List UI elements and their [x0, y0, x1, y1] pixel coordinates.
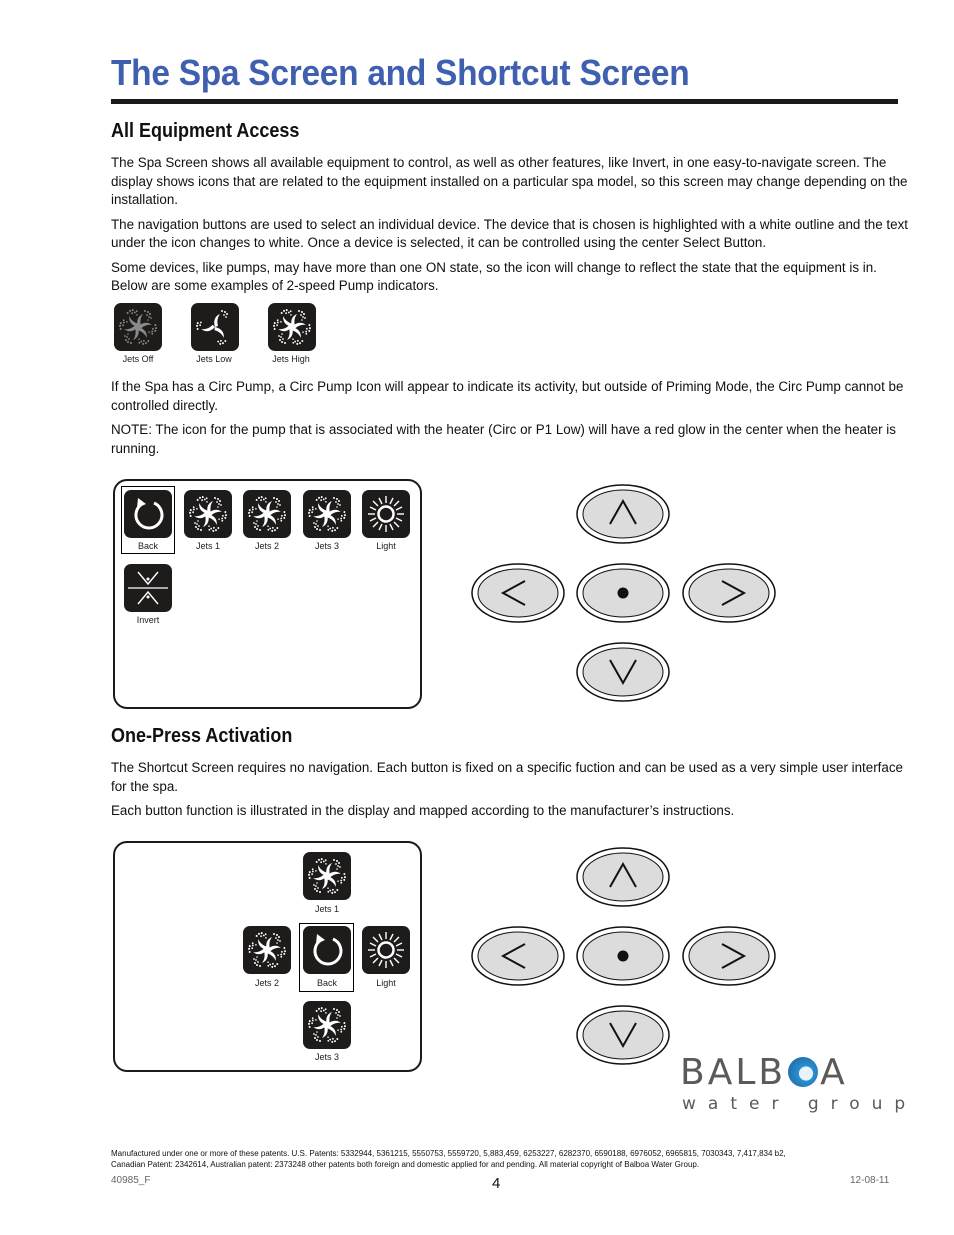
back-icon[interactable]: [124, 490, 172, 538]
section-heading-all-equipment-access: All Equipment Access: [111, 120, 300, 142]
page-title: The Spa Screen and Shortcut Screen: [111, 52, 690, 93]
patent-line: Manufactured under one or more of these …: [111, 1149, 786, 1158]
shortcut-label-jets-2: Jets 2: [254, 978, 279, 988]
nav-down-button[interactable]: [576, 1005, 670, 1065]
nav-pad-graphic: [471, 847, 776, 1065]
pump-example-label: Jets High: [272, 354, 310, 364]
jets-2-icon[interactable]: [243, 490, 291, 538]
section1-intro: The Spa Screen shows all available equip…: [111, 154, 917, 302]
jets-2-icon[interactable]: [243, 926, 291, 974]
jets-3-icon[interactable]: [303, 1001, 351, 1049]
jets-high-icon: [268, 303, 316, 351]
section-heading-one-press-activation: One-Press Activation: [111, 725, 293, 747]
title-rule: [111, 99, 898, 104]
jets-off-icon: [114, 303, 162, 351]
pump-example-label: Jets Off: [122, 354, 154, 364]
spa-item-label-invert: Invert: [136, 615, 160, 625]
spa-item-label-jets-3: Jets 3: [314, 541, 339, 551]
shortcut-label-jets-1: Jets 1: [314, 904, 339, 914]
logo-tagline: water group: [682, 1094, 918, 1114]
section2-intro: The Shortcut Screen requires no navigati…: [111, 759, 917, 827]
nav-select-button[interactable]: [576, 563, 670, 623]
back-icon[interactable]: [303, 926, 351, 974]
paragraph: Some devices, like pumps, may have more …: [111, 259, 877, 294]
shortcut-label-back: Back: [316, 978, 337, 988]
nav-right-button[interactable]: [682, 926, 776, 986]
document-date: 12-08-11: [850, 1175, 890, 1186]
paragraph: The Shortcut Screen requires no navigati…: [111, 760, 903, 794]
logo-drop-icon: [788, 1057, 819, 1087]
light-icon[interactable]: [362, 490, 410, 538]
jets-1-icon[interactable]: [303, 852, 351, 900]
patent-notice: Manufactured under one or more of these …: [111, 1148, 911, 1170]
nav-up-button[interactable]: [576, 847, 670, 907]
logo-text-right: A: [820, 1052, 848, 1093]
shortcut-label-jets-3: Jets 3: [314, 1052, 339, 1062]
shortcut-label-light: Light: [376, 978, 396, 988]
spa-item-label-jets-1: Jets 1: [195, 541, 220, 551]
spa-item-label-light: Light: [376, 541, 396, 551]
jets-3-icon[interactable]: [303, 490, 351, 538]
logo-text-left: BALB: [680, 1052, 787, 1093]
nav-left-button[interactable]: [471, 563, 565, 623]
nav-up-button[interactable]: [576, 484, 670, 544]
jets-low-icon: [191, 303, 239, 351]
spa-item-label-back: Back: [137, 541, 158, 551]
nav-down-button[interactable]: [576, 642, 670, 702]
invert-icon[interactable]: [124, 564, 172, 612]
section1-notes: If the Spa has a Circ Pump, a Circ Pump …: [111, 378, 917, 464]
spa-item-label-jets-2: Jets 2: [254, 541, 279, 551]
paragraph: If the Spa has a Circ Pump, a Circ Pump …: [111, 379, 904, 413]
nav-select-button[interactable]: [576, 926, 670, 986]
pump-example-label: Jets Low: [196, 354, 232, 364]
jets-1-icon[interactable]: [184, 490, 232, 538]
light-icon[interactable]: [362, 926, 410, 974]
nav-pad-graphic: [471, 484, 776, 702]
paragraph: The navigation buttons are used to selec…: [111, 216, 908, 251]
paragraph: NOTE: The icon for the pump that is asso…: [111, 422, 896, 456]
paragraph: The Spa Screen shows all available equip…: [111, 155, 908, 207]
document-code: 40985_F: [111, 1175, 151, 1186]
nav-left-button[interactable]: [471, 926, 565, 986]
logo-wordmark: BALB A: [680, 1052, 848, 1093]
nav-right-button[interactable]: [682, 563, 776, 623]
patent-line: Canadian Patent: 2342614, Australian pat…: [111, 1160, 700, 1169]
paragraph: Each button function is illustrated in t…: [111, 803, 735, 818]
page-number: 4: [492, 1175, 501, 1192]
